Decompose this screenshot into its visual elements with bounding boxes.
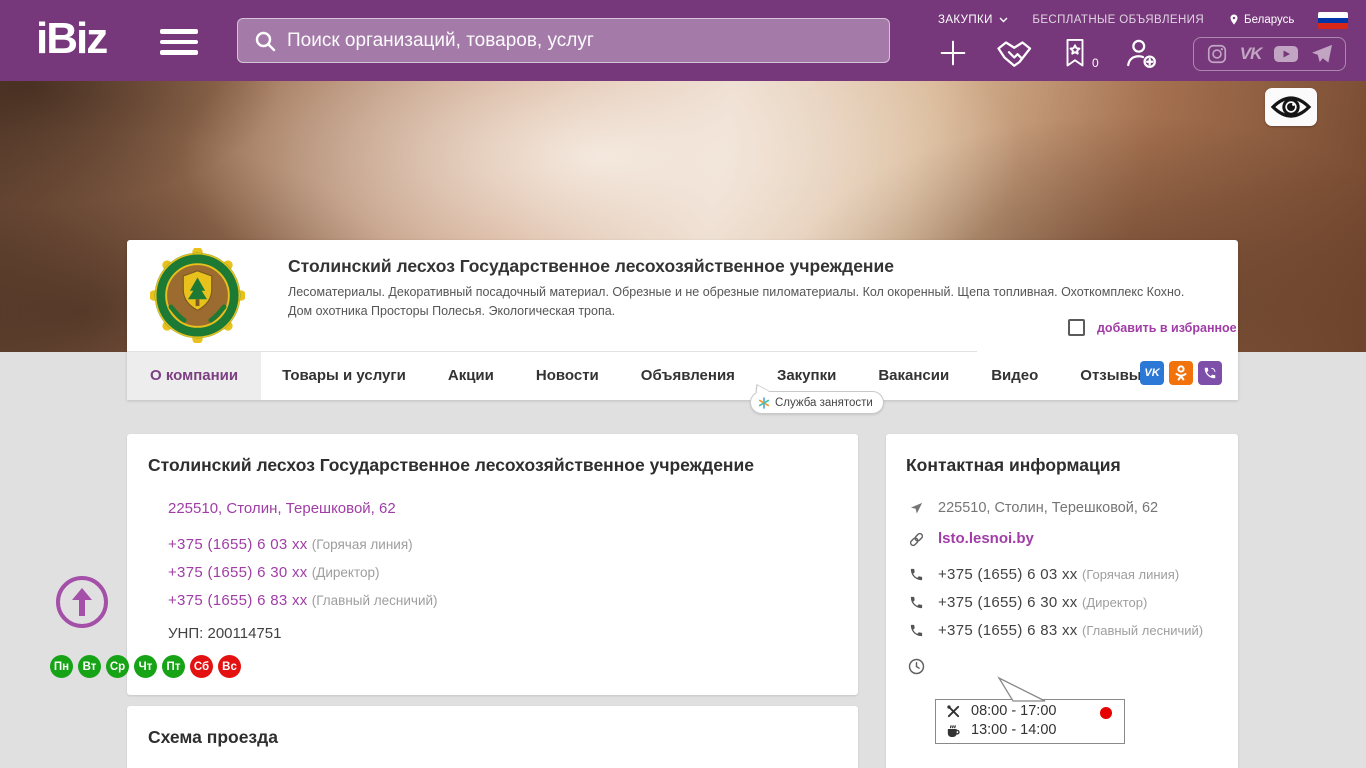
tab-news[interactable]: Новости [515,352,620,400]
phone-link[interactable]: +375 (1655) 6 03 xx [168,536,308,553]
day-badge: Пн [50,655,73,678]
phone-link[interactable]: +375 (1655) 6 30 xx [168,564,308,581]
bookmark-star-icon [1060,36,1090,70]
accessibility-eye-button[interactable] [1265,88,1317,126]
contact-phone-row: +375 (1655) 6 03 xx (Горячая линия) [908,566,1179,584]
unp-number: УНП: 200114751 [168,625,281,642]
company-vk-icon[interactable]: VK [1140,361,1164,385]
arrow-up-icon [70,588,94,616]
chevron-down-icon [999,17,1008,23]
day-badge: Вс [218,655,241,678]
day-badge: Вт [78,655,101,678]
contact-phone-row: +375 (1655) 6 83 xx (Главный лесничий) [908,622,1203,640]
favorite-label: добавить в избранное [1097,321,1237,335]
favorite-checkbox[interactable] [1068,319,1085,336]
about-phone-row: +375 (1655) 6 30 xx (Директор) [168,564,380,581]
closed-now-indicator [1100,707,1112,719]
tools-icon [946,704,961,719]
phone-icon [909,623,924,638]
day-badge: Сб [190,655,213,678]
language-flag-russian[interactable] [1318,12,1348,29]
website-link[interactable]: lsto.lesnoi.by [938,530,1034,547]
handshake-icon [994,36,1036,70]
procurement-menu[interactable]: ЗАКУПКИ [938,14,1008,26]
tab-promotions[interactable]: Акции [427,352,515,400]
tab-video[interactable]: Видео [970,352,1059,400]
contact-title: Контактная информация [906,455,1121,476]
search-bar [237,18,890,63]
map-card: Схема проезда [127,706,858,768]
work-hours: 08:00 - 17:00 [971,703,1056,719]
asterisk-icon [758,397,770,409]
search-icon [253,29,277,53]
plus-icon [936,36,970,70]
employment-service-badge: Служба занятости [750,391,884,414]
day-badge: Чт [134,655,157,678]
country-selector[interactable]: Беларусь [1228,12,1294,27]
favorites-count: 0 [1092,56,1099,70]
about-phone-row: +375 (1655) 6 03 xx (Горячая линия) [168,536,413,553]
navigation-icon [909,501,924,516]
header-social-links: VK [1193,37,1346,71]
break-hours: 13:00 - 14:00 [971,722,1056,738]
scroll-to-top-button[interactable] [56,576,108,628]
phone-link[interactable]: +375 (1655) 6 83 xx [938,622,1078,639]
location-pin-icon [1228,12,1240,27]
add-to-favorites[interactable]: добавить в избранное [1068,319,1237,336]
working-hours-popup: 08:00 - 17:00 13:00 - 14:00 [935,699,1125,744]
link-icon [908,531,925,548]
day-badge: Ср [106,655,129,678]
youtube-icon[interactable] [1273,44,1299,64]
hours-callout-pointer [985,676,1055,702]
contact-website-row: lsto.lesnoi.by [908,530,1034,548]
clock-icon [908,658,925,675]
vk-icon[interactable]: VK [1240,44,1262,64]
contact-phone-row: +375 (1655) 6 30 xx (Директор) [908,594,1147,612]
company-header-card: Столинский лесхоз Государственное лесохо… [127,240,1238,400]
coffee-cup-icon [946,723,961,738]
instagram-icon[interactable] [1206,43,1228,65]
search-input[interactable] [287,19,889,62]
contact-address-row: 225510, Столин, Терешковой, 62 [908,500,1158,516]
working-days: Пн Вт Ср Чт Пт Сб Вс [50,655,241,678]
tab-ads[interactable]: Объявления [620,352,756,400]
add-user-button[interactable] [1123,36,1159,70]
about-title: Столинский лесхоз Государственное лесохо… [148,455,838,476]
phone-link[interactable]: +375 (1655) 6 03 xx [938,566,1078,583]
phone-link[interactable]: +375 (1655) 6 83 xx [168,592,308,609]
day-badge: Пт [162,655,185,678]
add-company-button[interactable] [936,36,970,70]
favorites-button[interactable]: 0 [1060,36,1099,70]
company-tabs: О компании Товары и услуги Акции Новости… [127,352,1163,400]
phone-icon [909,567,924,582]
free-ads-link[interactable]: БЕСПЛАТНЫЕ ОБЪЯВЛЕНИЯ [1032,14,1204,26]
company-description: Лесоматериалы. Декоративный посадочный м… [288,283,1205,321]
about-address-link[interactable]: 225510, Столин, Терешковой, 62 [168,500,396,517]
company-viber-icon[interactable] [1198,361,1222,385]
company-odnoklassniki-icon[interactable] [1169,361,1193,385]
eye-icon [1270,92,1312,122]
phone-icon [909,595,924,610]
partners-button[interactable] [994,36,1036,70]
telegram-icon[interactable] [1311,44,1333,64]
company-logo [150,248,245,343]
map-title: Схема проезда [148,727,278,748]
tab-products[interactable]: Товары и услуги [261,352,427,400]
about-phone-row: +375 (1655) 6 83 xx (Главный лесничий) [168,592,438,609]
user-plus-icon [1123,36,1159,70]
site-logo[interactable]: iBiz [36,14,106,64]
top-header: iBiz ЗАКУПКИ БЕСПЛАТНЫЕ ОБЪЯВЛЕНИЯ Белар… [0,0,1366,81]
hamburger-menu-icon[interactable] [160,29,198,56]
phone-link[interactable]: +375 (1655) 6 30 xx [938,594,1078,611]
company-title: Столинский лесхоз Государственное лесохо… [288,256,894,277]
tab-about[interactable]: О компании [127,352,261,400]
